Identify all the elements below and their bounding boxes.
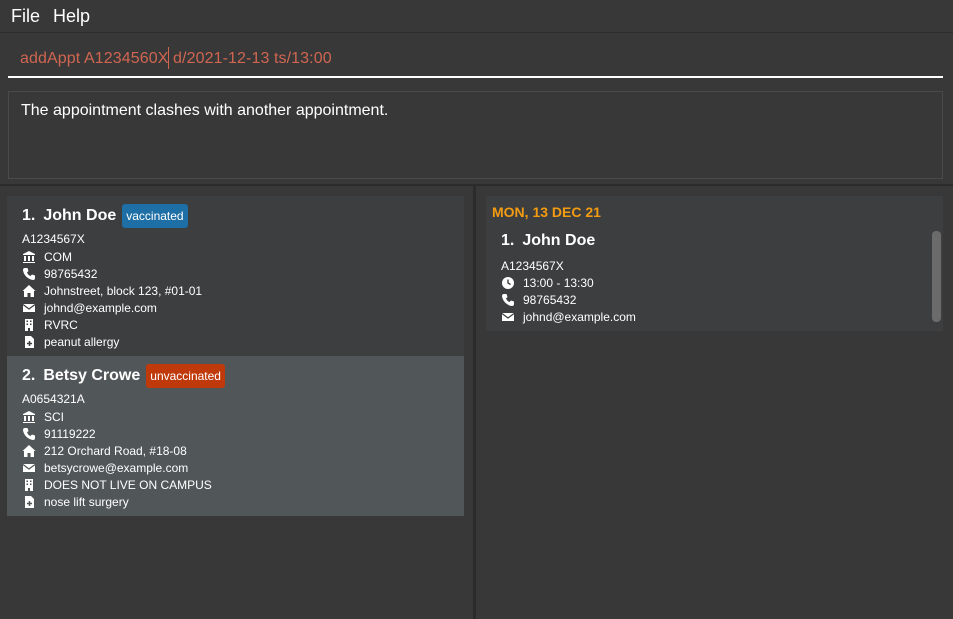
- residence-row: RVRC: [22, 318, 78, 332]
- phone-row: 98765432: [22, 267, 97, 281]
- address-text: 212 Orchard Road, #18-08: [44, 444, 187, 458]
- person-index: 1.: [22, 207, 36, 224]
- vertical-divider[interactable]: [473, 186, 476, 619]
- residence-text: DOES NOT LIVE ON CAMPUS: [44, 478, 212, 492]
- residence-text: RVRC: [44, 318, 78, 332]
- email-text: betsycrowe@example.com: [44, 461, 189, 475]
- building-icon: [25, 319, 33, 331]
- faculty-row: SCI: [22, 410, 64, 424]
- address-row: 212 Orchard Road, #18-08: [22, 444, 187, 458]
- appointment-time: 13:00 - 13:30: [523, 276, 594, 290]
- envelope-icon: [501, 313, 515, 321]
- medical-row: peanut allergy: [22, 335, 119, 349]
- faculty-text: COM: [44, 250, 72, 264]
- appointment-header: 1. John Doe: [501, 232, 595, 250]
- appointment-time-row: 13:00 - 13:30: [501, 276, 594, 290]
- home-icon: [22, 445, 36, 457]
- phone-text: 98765432: [44, 267, 98, 281]
- appointment-phone-row: 98765432: [501, 293, 576, 307]
- vaccination-tag: vaccinated: [122, 204, 188, 228]
- horizontal-divider[interactable]: [0, 184, 953, 186]
- address-text: Johnstreet, block 123, #01-01: [44, 284, 203, 298]
- phone-row: 91119222: [22, 427, 96, 441]
- medical-row: nose lift surgery: [22, 495, 129, 509]
- email-row: betsycrowe@example.com: [22, 461, 188, 475]
- appointment-matric: A1234567X: [501, 259, 564, 273]
- menu-help[interactable]: Help: [49, 6, 99, 27]
- appointment-index: 1.: [501, 232, 515, 249]
- appointment-panel[interactable]: MON, 13 DEC 21 1. John Doe A1234567X 13:…: [486, 196, 943, 331]
- residence-row: DOES NOT LIVE ON CAMPUS: [22, 478, 212, 492]
- clock-icon: [502, 277, 514, 289]
- card-header: 1. John Doe vaccinated: [22, 204, 188, 228]
- appointment-phone: 98765432: [523, 293, 577, 307]
- person-name: Betsy Crowe: [43, 367, 141, 384]
- email-text: johnd@example.com: [44, 301, 157, 315]
- person-index: 2.: [22, 367, 36, 384]
- vaccination-tag: unvaccinated: [146, 364, 225, 388]
- phone-text: 91119222: [44, 427, 96, 441]
- command-box[interactable]: addAppt A1234560X d/2021-12-13 ts/13:00: [8, 41, 943, 78]
- result-message: The appointment clashes with another app…: [21, 102, 389, 119]
- person-list[interactable]: 1. John Doe vaccinated A1234567X COM 987…: [7, 196, 464, 516]
- appointment-card[interactable]: 1. John Doe A1234567X 13:00 - 13:30 9876…: [486, 226, 928, 327]
- appointment-email: johnd@example.com: [523, 310, 636, 324]
- matric-number: A0654321A: [22, 392, 85, 406]
- faculty-icon: [23, 411, 35, 423]
- person-card[interactable]: 2. Betsy Crowe unvaccinated A0654321A SC…: [7, 356, 464, 516]
- email-row: johnd@example.com: [22, 301, 157, 315]
- phone-icon: [502, 294, 514, 306]
- faculty-icon: [23, 251, 35, 263]
- medical-file-icon: [25, 336, 34, 348]
- command-input[interactable]: addAppt A1234560X d/2021-12-13 ts/13:00: [20, 50, 332, 68]
- card-header: 2. Betsy Crowe unvaccinated: [22, 364, 225, 388]
- phone-icon: [23, 428, 35, 440]
- menu-file[interactable]: File: [0, 6, 49, 27]
- appointment-scrollbar[interactable]: [932, 231, 941, 322]
- envelope-icon: [22, 304, 36, 312]
- envelope-icon: [22, 464, 36, 472]
- medical-file-icon: [25, 496, 34, 508]
- home-icon: [22, 285, 36, 297]
- phone-icon: [23, 268, 35, 280]
- faculty-text: SCI: [44, 410, 65, 424]
- text-caret: [168, 47, 169, 69]
- appointment-date: MON, 13 DEC 21: [492, 204, 601, 220]
- address-row: Johnstreet, block 123, #01-01: [22, 284, 202, 298]
- person-name: John Doe: [43, 207, 117, 224]
- building-icon: [25, 479, 33, 491]
- faculty-row: COM: [22, 250, 72, 264]
- appointment-email-row: johnd@example.com: [501, 310, 636, 324]
- medical-text: peanut allergy: [44, 335, 120, 349]
- appointment-name: John Doe: [522, 232, 596, 249]
- person-card[interactable]: 1. John Doe vaccinated A1234567X COM 987…: [7, 196, 464, 356]
- matric-number: A1234567X: [22, 232, 85, 246]
- menu-bar: File Help: [0, 0, 953, 33]
- medical-text: nose lift surgery: [44, 495, 129, 509]
- result-display: The appointment clashes with another app…: [8, 91, 943, 179]
